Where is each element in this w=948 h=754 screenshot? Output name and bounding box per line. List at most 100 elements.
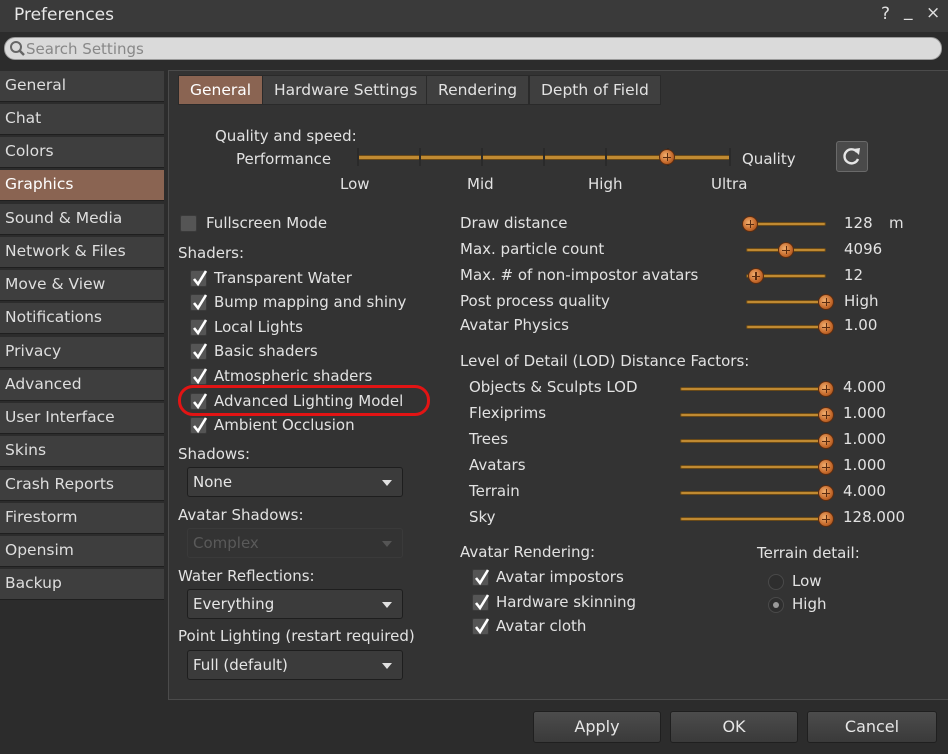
sidebar-item-network-files[interactable]: Network & Files [0,237,164,268]
ambient-occlusion-checkbox[interactable] [190,417,208,434]
bump-mapping-checkbox[interactable] [190,294,208,311]
lod-objects-slider[interactable] [680,387,826,391]
lod-flexiprims-value: 1.000 [843,404,886,422]
cancel-button[interactable]: Cancel [807,711,937,743]
apply-button[interactable]: Apply [533,711,661,743]
point-lighting-label: Point Lighting (restart required) [178,627,415,645]
draw-distance-slider[interactable] [746,222,826,226]
bump-mapping-label: Bump mapping and shiny [214,293,407,311]
draw-distance-unit: m [889,214,904,232]
avatar-physics-thumb[interactable] [818,319,834,335]
point-lighting-dropdown[interactable]: Full (default) [187,650,403,680]
quality-tick [357,148,359,166]
lod-heading: Level of Detail (LOD) Distance Factors: [460,352,750,370]
terrain-low-label: Low [792,572,822,590]
hardware-skinning-label: Hardware skinning [496,593,637,611]
sidebar-item-sound-media[interactable]: Sound & Media [0,204,164,235]
search-icon [10,41,25,56]
lod-avatars-slider[interactable] [680,465,826,469]
reset-quality-button[interactable] [836,141,868,172]
search-input[interactable] [26,39,926,58]
local-lights-checkbox[interactable] [190,319,208,336]
ok-button[interactable]: OK [670,711,798,743]
terrain-high-radio[interactable] [768,597,784,613]
fullscreen-label: Fullscreen Mode [206,214,328,232]
sidebar-item-general[interactable]: General [0,71,164,102]
avatar-rendering-heading: Avatar Rendering: [460,543,596,561]
post-process-thumb[interactable] [818,294,834,310]
close-button[interactable]: × [926,3,940,23]
sidebar-item-notifications[interactable]: Notifications [0,303,164,334]
sidebar-item-colors[interactable]: Colors [0,137,164,168]
lod-sky-thumb[interactable] [818,511,834,527]
title-bar: Preferences ? _ × [0,0,948,32]
tab-depth-of-field[interactable]: Depth of Field [529,75,661,105]
terrain-low-radio[interactable] [768,574,784,590]
sidebar-item-backup[interactable]: Backup [0,569,164,600]
sidebar-item-move-view[interactable]: Move & View [0,270,164,301]
draw-distance-thumb[interactable] [742,216,758,232]
non-impostor-thumb[interactable] [747,268,764,284]
quality-quality-label: Quality [742,150,796,168]
basic-shaders-checkbox[interactable] [190,343,208,360]
lod-flexiprims-thumb[interactable] [818,407,834,423]
minimize-button[interactable]: _ [904,1,913,21]
lod-flexiprims-slider[interactable] [680,413,826,417]
tab-general[interactable]: General [178,75,264,105]
avatar-shadows-label: Avatar Shadows: [178,506,304,524]
avatar-impostors-checkbox[interactable] [472,569,490,586]
local-lights-label: Local Lights [214,318,303,336]
draw-distance-label: Draw distance [460,214,568,232]
check-icon [474,618,490,635]
lod-sky-slider[interactable] [680,517,826,521]
particle-count-thumb[interactable] [778,242,794,258]
transparent-water-label: Transparent Water [214,269,352,287]
lod-objects-thumb[interactable] [818,381,834,397]
lod-trees-thumb[interactable] [818,433,834,449]
lod-avatars-value: 1.000 [843,456,886,474]
search-bar[interactable] [4,37,942,60]
ambient-occlusion-label: Ambient Occlusion [214,416,355,434]
lod-trees-slider[interactable] [680,439,826,443]
lod-objects-label: Objects & Sculpts LOD [469,378,638,396]
refresh-icon [843,148,860,165]
fullscreen-checkbox[interactable] [180,215,197,232]
draw-distance-value: 128 [844,214,873,232]
sidebar-item-skins[interactable]: Skins [0,436,164,467]
avatar-physics-slider[interactable] [746,325,826,329]
lod-trees-value: 1.000 [843,430,886,448]
help-button[interactable]: ? [881,4,890,24]
sidebar-item-graphics[interactable]: Graphics [0,170,164,201]
sidebar-item-opensim[interactable]: Opensim [0,536,164,567]
avatar-physics-value: 1.00 [844,316,878,334]
sidebar-item-firestorm[interactable]: Firestorm [0,503,164,534]
sidebar-item-privacy[interactable]: Privacy [0,337,164,368]
lod-terrain-slider[interactable] [680,491,826,495]
avatar-cloth-checkbox[interactable] [472,618,490,635]
hardware-skinning-checkbox[interactable] [472,594,490,611]
sidebar-item-user-interface[interactable]: User Interface [0,403,164,434]
lod-terrain-thumb[interactable] [818,485,834,501]
avatar-shadows-value: Complex [193,534,259,552]
shaders-heading: Shaders: [178,244,245,262]
sidebar-item-advanced[interactable]: Advanced [0,370,164,401]
check-icon [192,270,208,287]
post-process-value: High [844,292,879,310]
lod-avatars-thumb[interactable] [818,459,834,475]
quality-heading: Quality and speed: [215,127,357,145]
lod-flexiprims-label: Flexiprims [469,404,547,422]
check-icon [192,417,208,434]
water-reflections-dropdown[interactable]: Everything [187,589,403,619]
quality-tick [419,148,421,166]
tab-rendering[interactable]: Rendering [426,75,530,105]
transparent-water-checkbox[interactable] [190,270,208,287]
sidebar-item-chat[interactable]: Chat [0,104,164,135]
lod-objects-value: 4.000 [843,378,886,396]
post-process-label: Post process quality [460,292,610,310]
sidebar-item-crash-reports[interactable]: Crash Reports [0,470,164,501]
atmospheric-shaders-checkbox[interactable] [190,368,208,385]
tab-hardware-settings[interactable]: Hardware Settings [262,75,430,105]
post-process-slider[interactable] [746,300,826,304]
shadows-dropdown[interactable]: None [187,467,403,497]
check-icon [192,319,208,336]
